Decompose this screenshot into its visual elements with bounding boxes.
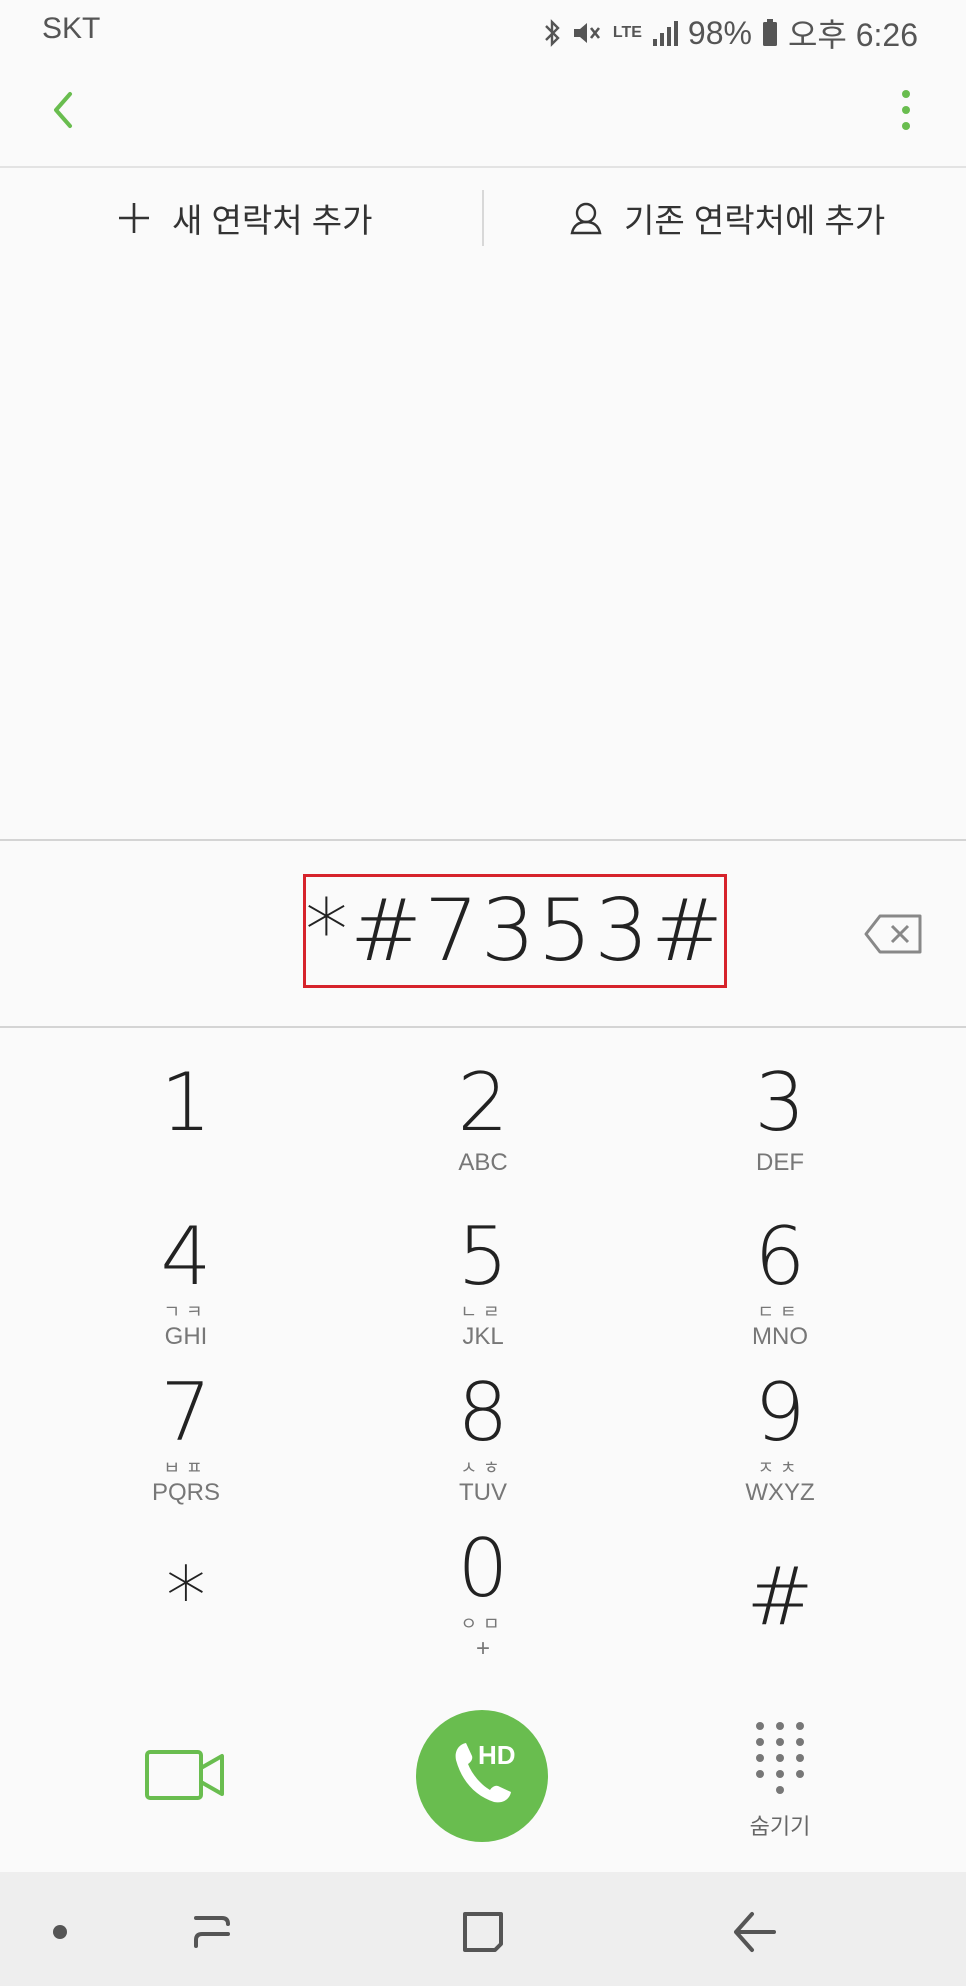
bluetooth-icon [543,18,561,48]
key-9[interactable]: 9 ㅈㅊ WXYZ [680,1368,880,1518]
key-digit: 8 [457,1366,509,1459]
key-digit: 1 [160,1056,212,1149]
key-digit: 6 [754,1210,806,1303]
call-button[interactable]: HD [416,1710,548,1842]
new-contact-label: 새 연락처 추가 [172,202,373,239]
nav-back-icon [734,1912,776,1952]
recent-apps-button[interactable] [182,1902,242,1962]
hide-label: 숨기기 [749,1814,811,1839]
key-4[interactable]: 4 ㄱㅋ GHI [86,1212,286,1362]
nav-dot-icon [53,1925,67,1939]
key-digit: 3 [754,1056,806,1149]
key-digit: * [166,1550,206,1643]
key-digit: # [746,1550,814,1643]
key-letters: TUV [459,1479,507,1506]
phone-icon [455,1743,511,1803]
nav-back-button[interactable] [724,1902,784,1962]
status-bar: SKT LTE 98% 오후 6:26 [0,0,966,58]
key-digit: 5 [457,1210,509,1303]
battery-icon [762,19,778,47]
hd-badge: HD [478,1740,516,1770]
clock: 오후 6:26 [787,17,918,53]
mute-icon [571,18,603,48]
recent-apps-icon [194,1916,230,1948]
key-8[interactable]: 8 ㅅㅎ TUV [383,1368,583,1518]
video-call-icon [145,1750,224,1800]
key-hangul: ㄱㅋ [163,1302,209,1322]
key-letters: MNO [752,1323,808,1350]
key-hash[interactable]: # [680,1552,880,1702]
more-options-button[interactable] [876,80,936,140]
key-hangul: ㅇㅁ [460,1614,506,1634]
key-digit: 2 [457,1056,509,1149]
key-hangul: ㄴㄹ [460,1302,506,1322]
nav-dot-button[interactable] [30,1902,90,1962]
key-hangul: ㅂㅍ [163,1458,209,1478]
key-hangul: ㅈㅊ [757,1458,803,1478]
number-top-divider [0,839,966,841]
keypad-divider [0,1026,966,1028]
key-letters: PQRS [151,1479,220,1506]
keypad-icon [756,1722,804,1794]
dialed-number-field[interactable]: *#7353# [303,874,727,988]
backspace-button[interactable] [862,910,926,958]
key-letters: ABC [458,1149,508,1176]
back-button[interactable] [34,80,94,140]
home-button[interactable] [453,1902,513,1962]
battery-percent: 98% [687,14,752,51]
add-to-existing-label: 기존 연락처에 추가 [624,202,886,239]
key-letters: DEF [756,1149,804,1176]
plus-icon [119,203,149,233]
backspace-icon [864,914,922,954]
lte-label: LTE [612,24,642,41]
key-digit: 4 [160,1210,212,1303]
key-digit: 9 [754,1366,806,1459]
back-icon [54,92,72,128]
status-icons: LTE 98% 오후 6:26 [543,10,918,56]
key-plus: + [475,1635,490,1662]
key-letters: GHI [164,1323,208,1350]
key-1[interactable]: 1 [86,1058,286,1208]
new-contact-button[interactable]: 새 연락처 추가 [116,168,373,268]
key-digit: 7 [160,1366,212,1459]
navigation-bar [0,1872,966,1986]
hide-keypad-button[interactable]: 숨기기 [730,1718,830,1848]
add-to-existing-button[interactable]: 기존 연락처에 추가 [568,168,885,268]
key-hangul: ㄷㅌ [757,1302,803,1322]
home-icon [463,1912,503,1952]
actions-separator [482,190,484,246]
key-star[interactable]: * [86,1552,286,1702]
key-2[interactable]: 2 ABC [383,1058,583,1208]
signal-icon [652,19,678,47]
key-digit: 0 [457,1522,509,1615]
key-letters: JKL [462,1323,504,1350]
person-icon [570,202,602,235]
key-3[interactable]: 3 DEF [680,1058,880,1208]
contact-actions: 새 연락처 추가 기존 연락처에 추가 [0,168,966,268]
more-vert-icon [902,90,910,130]
carrier-label: SKT [42,12,101,45]
key-7[interactable]: 7 ㅂㅍ PQRS [86,1368,286,1518]
app-bar [0,58,966,166]
video-call-button[interactable] [144,1746,226,1806]
dialed-number: *#7353# [305,881,725,981]
key-hangul: ㅅㅎ [460,1458,506,1478]
key-letters: WXYZ [745,1479,815,1506]
key-6[interactable]: 6 ㄷㅌ MNO [680,1212,880,1362]
key-5[interactable]: 5 ㄴㄹ JKL [383,1212,583,1362]
call-actions: HD 숨기기 [0,1700,966,1870]
key-0[interactable]: 0 ㅇㅁ + [383,1524,583,1674]
